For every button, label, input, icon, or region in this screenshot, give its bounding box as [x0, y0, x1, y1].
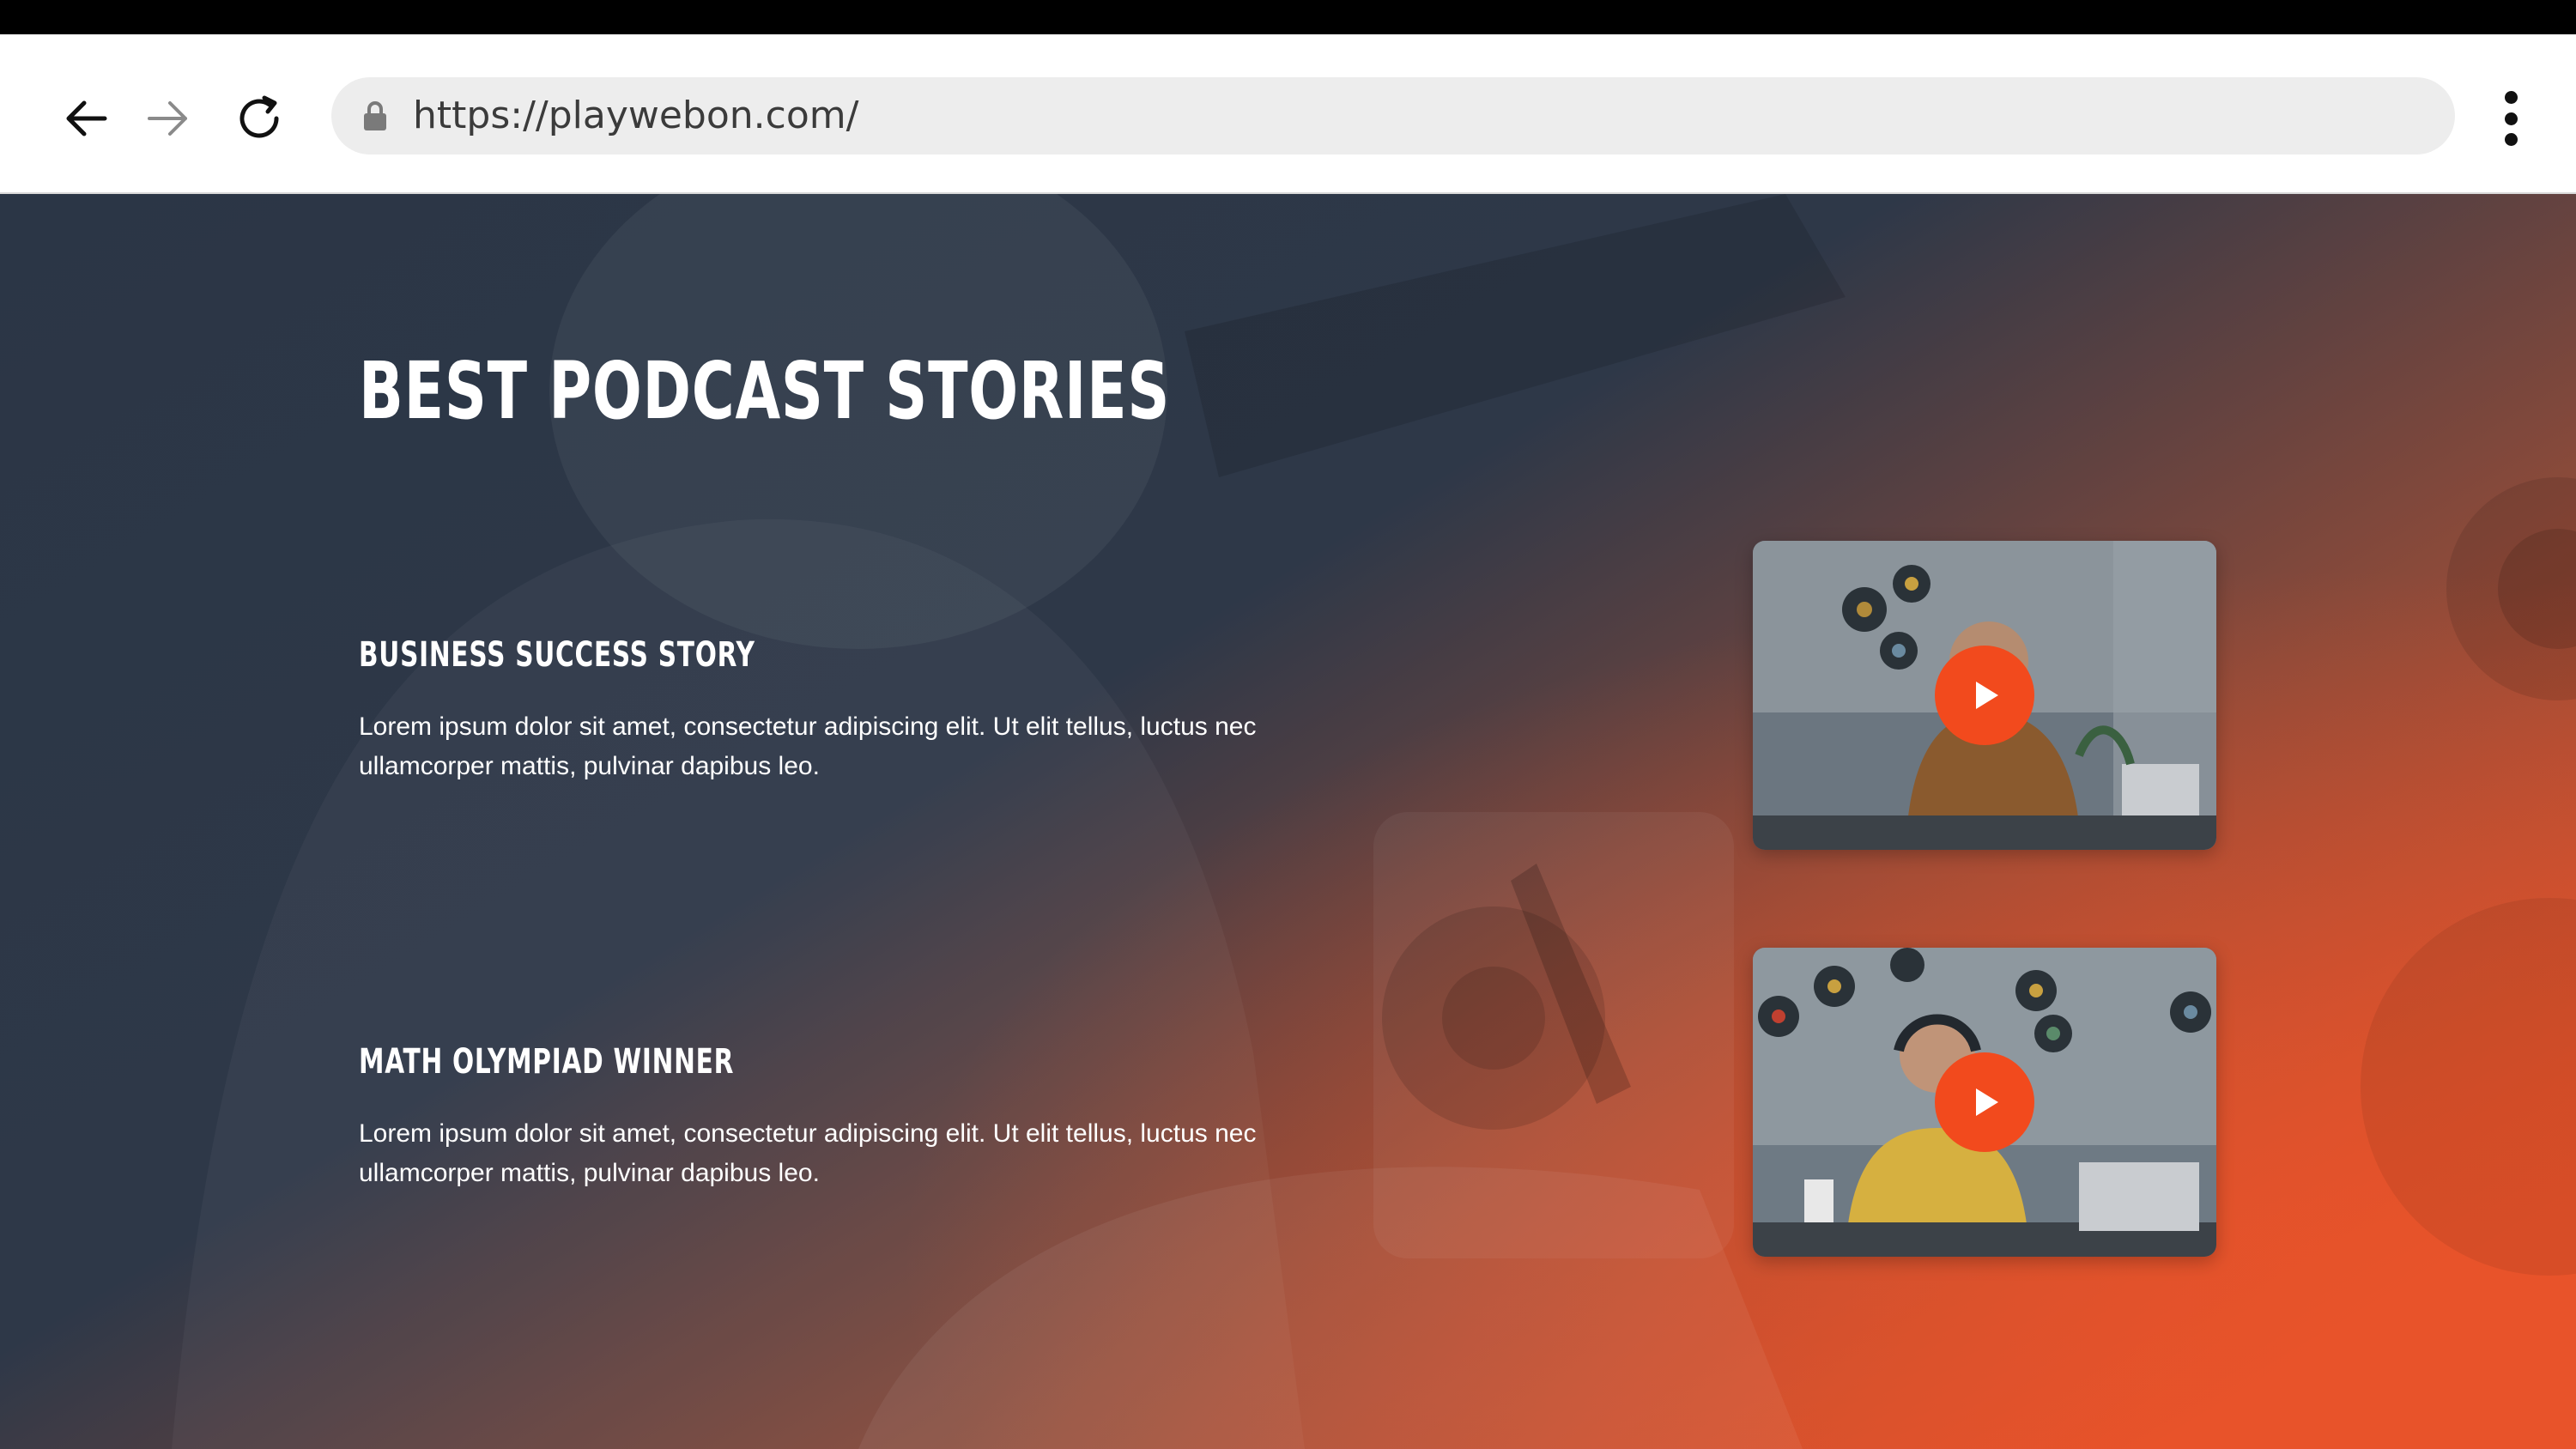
lock-icon [364, 101, 386, 130]
story-description: Lorem ipsum dolor sit amet, consectetur … [359, 712, 1257, 780]
reload-icon [239, 95, 279, 138]
story-title: BUSINESS SUCCESS STORY [359, 635, 755, 675]
reload-button[interactable] [228, 88, 290, 149]
address-bar[interactable]: https://playwebon.com/ [331, 77, 2455, 155]
video-thumbnail-math[interactable] [1753, 948, 2216, 1257]
play-button[interactable] [1935, 646, 2034, 745]
arrow-right-icon [148, 101, 187, 136]
video-thumbnail-business[interactable] [1753, 541, 2216, 850]
browser-menu-button[interactable] [2489, 86, 2532, 151]
story-description: Lorem ipsum dolor sit amet, consectetur … [359, 1119, 1257, 1187]
section-title: BEST PODCAST STORIES [359, 345, 1171, 437]
system-status-bar [0, 0, 2576, 34]
podcast-stories-section: BEST PODCAST STORIES BUSINESS SUCCESS ST… [0, 194, 2576, 1449]
kebab-menu-icon [2504, 91, 2518, 104]
play-icon [1976, 1088, 1998, 1116]
back-button[interactable] [55, 88, 117, 149]
play-icon [1976, 682, 1998, 709]
play-button[interactable] [1935, 1052, 2034, 1152]
forward-button[interactable] [137, 88, 199, 149]
arrow-left-icon [66, 100, 107, 136]
story-title: MATH OLYMPIAD WINNER [359, 1042, 735, 1082]
browser-toolbar: https://playwebon.com/ [0, 34, 2576, 194]
url-text: https://playwebon.com/ [413, 94, 859, 137]
